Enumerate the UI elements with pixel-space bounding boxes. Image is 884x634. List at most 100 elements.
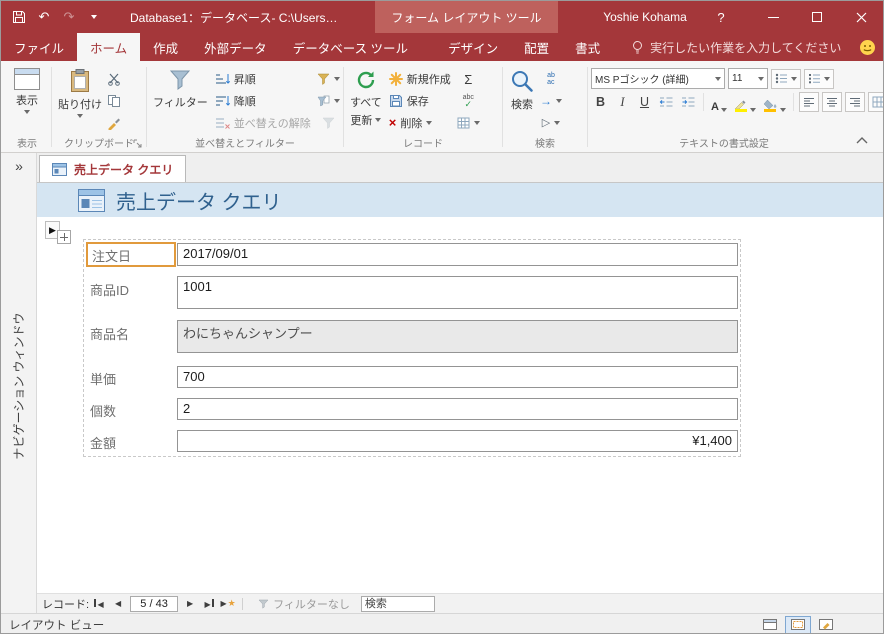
advanced-funnel-icon (317, 95, 330, 107)
feedback-smiley-button[interactable] (851, 33, 883, 61)
align-center-button[interactable] (821, 92, 842, 112)
save-record-button[interactable]: 保存 (385, 91, 455, 111)
field-label-amount[interactable]: 金額 (90, 433, 116, 452)
gridlines-icon (872, 96, 883, 108)
last-record-icon: ▶ (204, 599, 213, 609)
close-button[interactable] (839, 1, 883, 33)
minimize-button[interactable] (751, 1, 795, 33)
next-record-button[interactable]: ▶ (181, 596, 199, 612)
field-value-order-date[interactable]: 2017/09/01 (177, 243, 738, 266)
last-record-button[interactable]: ▶ (200, 596, 218, 612)
help-button[interactable]: ? (705, 1, 737, 33)
layout-move-handle[interactable] (57, 230, 71, 244)
record-navigator: レコード: ◀ ◀ ▶ ▶ ▶★ フィルターなし (37, 593, 883, 613)
sort-ascending-button[interactable]: 昇順 (211, 69, 315, 89)
tab-create[interactable]: 作成 (140, 33, 191, 61)
font-size-combo[interactable]: 11 (728, 68, 768, 89)
clipboard-dialog-launcher[interactable] (132, 138, 143, 149)
tab-home[interactable]: ホーム (77, 33, 141, 61)
numbering-button[interactable] (804, 68, 834, 89)
selection-funnel-icon (317, 73, 330, 85)
refresh-all-button[interactable]: すべて 更新 (347, 64, 385, 128)
copy-button[interactable] (105, 91, 123, 111)
collapse-ribbon-button[interactable] (851, 132, 873, 147)
filter-status-button[interactable]: フィルターなし (258, 596, 350, 612)
current-record-input[interactable] (130, 595, 179, 612)
format-painter-button[interactable] (105, 113, 123, 133)
italic-button[interactable]: I (613, 93, 632, 112)
field-label-order-date[interactable]: 注文日 (86, 242, 176, 267)
tab-arrange[interactable]: 配置 (511, 33, 562, 61)
record-selector-arrow-icon: ▶ (49, 224, 56, 235)
remove-sort-button[interactable]: 並べ替えの解除 (211, 113, 315, 133)
tab-design[interactable]: デザイン (435, 33, 511, 61)
save-button[interactable] (7, 5, 31, 29)
layout-view-button[interactable] (785, 615, 811, 633)
filter-small-buttons (315, 64, 342, 133)
delete-record-button[interactable]: × 削除 (385, 113, 455, 133)
contextual-spacer (421, 33, 435, 61)
tell-me-box[interactable]: 実行したい作業を入力してください (621, 33, 851, 61)
field-value-unit-price[interactable]: 700 (177, 366, 738, 388)
field-label-product-id[interactable]: 商品ID (90, 280, 129, 299)
tab-database-tools[interactable]: データベース ツール (280, 33, 421, 61)
font-name-combo[interactable]: MS Pゴシック (詳細) (591, 68, 725, 89)
form-view-button[interactable] (757, 616, 783, 634)
tab-file[interactable]: ファイル (1, 33, 77, 61)
first-record-button[interactable]: ◀ (90, 596, 108, 612)
nav-pane-expand-button[interactable]: » (1, 155, 37, 177)
decrease-indent-button[interactable] (657, 92, 676, 112)
account-user-name[interactable]: Yoshie Kohama (587, 1, 703, 33)
field-value-product-name[interactable]: わにちゃんシャンプー (177, 320, 738, 353)
field-value-amount[interactable]: ¥1,400 (177, 430, 738, 452)
document-tab-sales-query[interactable]: 売上データ クエリ (39, 155, 187, 182)
align-right-button[interactable] (844, 92, 865, 112)
bullets-button[interactable] (771, 68, 801, 89)
underline-button[interactable]: U (635, 93, 654, 112)
background-color-button[interactable] (761, 92, 788, 112)
field-value-product-id[interactable]: 1001 (177, 276, 738, 309)
bold-button[interactable]: B (591, 93, 610, 112)
align-center-icon (826, 98, 837, 107)
view-button[interactable]: 表示 (6, 64, 48, 114)
ribbon-group-text-formatting: MS Pゴシック (詳細) 11 B I U A テキストの書式設定 (588, 62, 883, 152)
tab-external-data[interactable]: 外部データ (191, 33, 280, 61)
increase-indent-button[interactable] (679, 92, 698, 112)
record-search-input[interactable] (360, 595, 435, 612)
maximize-button[interactable] (795, 1, 839, 33)
sort-descending-button[interactable]: 降順 (211, 91, 315, 111)
undo-button[interactable]: ↶ (32, 5, 56, 29)
redo-button[interactable]: ↷ (57, 5, 81, 29)
new-record-button[interactable]: 新規作成 (385, 69, 455, 89)
select-button[interactable]: ▷ (538, 113, 564, 133)
replace-button[interactable]: ab ac (538, 69, 564, 89)
cut-button[interactable] (105, 69, 123, 89)
records-group-label: レコード (403, 139, 443, 150)
paste-button[interactable]: 貼り付け (55, 64, 105, 118)
spelling-button[interactable]: abc ✓ (455, 91, 482, 111)
previous-record-button[interactable]: ◀ (109, 596, 127, 612)
chevron-down-icon (715, 76, 721, 81)
tab-format[interactable]: 書式 (562, 33, 613, 61)
totals-button[interactable]: Σ (455, 69, 482, 89)
field-label-product-name[interactable]: 商品名 (90, 324, 129, 343)
filter-button[interactable]: フィルター (150, 64, 211, 110)
design-view-button[interactable] (813, 616, 839, 634)
field-label-quantity[interactable]: 個数 (90, 401, 116, 420)
highlight-color-button[interactable] (732, 92, 758, 112)
gridlines-button[interactable] (867, 92, 883, 112)
advanced-filter-button[interactable] (315, 91, 342, 111)
font-color-button[interactable]: A (709, 92, 729, 113)
goto-button[interactable]: → (538, 91, 564, 111)
selection-filter-button[interactable] (315, 69, 342, 89)
form-header-icon (78, 188, 105, 212)
field-label-unit-price[interactable]: 単価 (90, 369, 116, 388)
find-button[interactable]: 検索 (506, 64, 538, 112)
toggle-filter-button[interactable] (315, 113, 342, 133)
qat-customize-button[interactable] (82, 5, 106, 29)
align-left-button[interactable] (798, 92, 819, 112)
new-record-nav-button[interactable]: ▶ ★ (219, 596, 237, 612)
field-value-quantity[interactable]: 2 (177, 398, 738, 420)
sort-buttons: 昇順 降順 並べ替えの解除 (211, 64, 315, 133)
more-records-button[interactable] (455, 113, 482, 133)
